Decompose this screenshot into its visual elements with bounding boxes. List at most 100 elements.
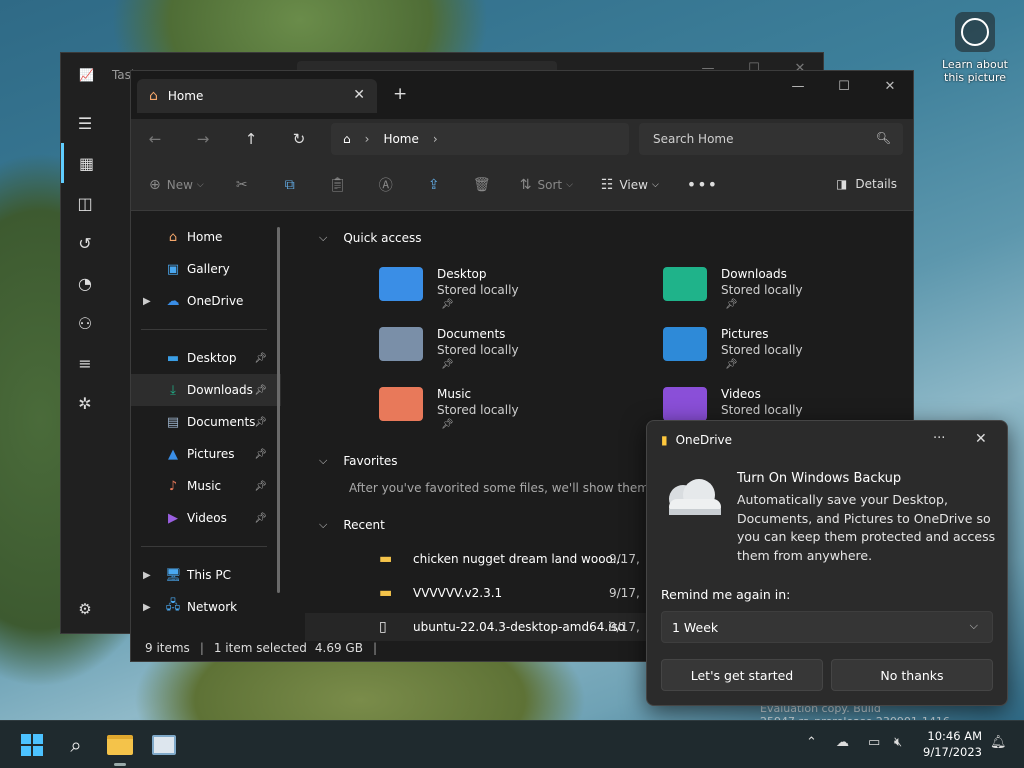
sidebar-item-label: Music bbox=[187, 479, 222, 493]
chevron-right-icon[interactable]: ▶ bbox=[143, 296, 151, 307]
quick-access-downloads[interactable]: Downloads Stored locally 📌︎ bbox=[663, 267, 913, 323]
recent-item-name: ubuntu-22.04.3-desktop-amd64.iso bbox=[413, 620, 626, 634]
refresh-icon[interactable]: ↻ bbox=[275, 130, 323, 148]
quick-access-desktop[interactable]: Desktop Stored locally 📌︎ bbox=[379, 267, 629, 323]
breadcrumb-chevron-icon[interactable]: › bbox=[365, 132, 370, 146]
recent-item[interactable]: ▬ chicken nugget dream land wooo... 9/17… bbox=[379, 545, 679, 573]
forward-arrow-icon[interactable]: → bbox=[179, 130, 227, 148]
sidebar-item-label: Videos bbox=[187, 511, 227, 525]
selection-count: 1 item selected bbox=[213, 641, 307, 655]
sidebar-item-music[interactable]: ♪ Music 📌︎ bbox=[131, 470, 281, 502]
more-options-icon[interactable]: ••• bbox=[687, 175, 718, 194]
task-manager-taskbar-icon[interactable] bbox=[148, 729, 180, 761]
services-icon[interactable]: ✲ bbox=[61, 383, 109, 423]
sidebar-item-onedrive[interactable]: ▶ ☁ OneDrive bbox=[131, 285, 281, 317]
copy-icon[interactable]: ⧉ bbox=[280, 177, 300, 193]
pin-icon: 📌︎ bbox=[254, 384, 267, 396]
navigation-bar: ← → ↑ ↻ ⌂ › Home › Search Home 🔍︎ bbox=[131, 119, 913, 159]
recent-header[interactable]: ⌵ Recent bbox=[319, 518, 385, 532]
notification-bell-icon[interactable]: 🔔︎ bbox=[990, 735, 1007, 750]
file-explorer-taskbar-icon[interactable] bbox=[104, 729, 136, 766]
music-icon: ♪ bbox=[168, 478, 178, 494]
sidebar-item-pictures[interactable]: ▲ Pictures 📌︎ bbox=[131, 438, 281, 470]
new-tab-icon[interactable]: + bbox=[393, 84, 407, 104]
breadcrumb-location[interactable]: Home bbox=[383, 132, 418, 146]
search-input[interactable]: Search Home 🔍︎ bbox=[639, 123, 903, 155]
search-icon[interactable]: ⌕ bbox=[60, 729, 92, 761]
more-options-icon[interactable]: ··· bbox=[933, 431, 945, 446]
pin-icon: 📌︎ bbox=[441, 359, 454, 370]
volume-muted-icon[interactable]: 🔇︎ bbox=[894, 735, 902, 750]
processes-icon[interactable]: ▦ bbox=[61, 143, 109, 183]
system-clock[interactable]: 10:46 AM 9/17/2023 bbox=[922, 728, 982, 760]
close-icon[interactable]: ✕ bbox=[975, 431, 987, 447]
sidebar-item-network[interactable]: ▶ 🖧︎ Network bbox=[131, 591, 281, 623]
close-window-icon[interactable]: ✕ bbox=[867, 71, 913, 101]
start-button[interactable] bbox=[16, 729, 48, 761]
quick-access-status: Stored locally bbox=[437, 403, 519, 417]
learn-about-picture[interactable]: Learn about this picture bbox=[940, 12, 1010, 84]
quick-access-pictures[interactable]: Pictures Stored locally 📌︎ bbox=[663, 327, 913, 383]
windows-logo-icon bbox=[21, 734, 43, 756]
back-arrow-icon[interactable]: ← bbox=[131, 130, 179, 148]
quick-access-status: Stored locally bbox=[437, 283, 519, 297]
hamburger-icon[interactable]: ☰ bbox=[61, 103, 109, 143]
sidebar-item-label: Downloads bbox=[187, 383, 253, 397]
sidebar-item-this-pc[interactable]: ▶ 🖥︎ This PC bbox=[131, 559, 281, 591]
address-bar[interactable]: ⌂ › Home › bbox=[331, 123, 629, 155]
quick-access-documents[interactable]: Documents Stored locally 📌︎ bbox=[379, 327, 629, 383]
view-button[interactable]: ☷ View ⌵ bbox=[601, 177, 659, 193]
minimize-icon[interactable]: — bbox=[775, 71, 821, 101]
sort-button[interactable]: ⇅ Sort ⌵ bbox=[520, 177, 573, 193]
new-button-label: New bbox=[166, 177, 193, 192]
desktop-folder-icon bbox=[379, 267, 423, 301]
sidebar-divider bbox=[141, 329, 267, 330]
tab-home[interactable]: ⌂ Home ✕ bbox=[137, 79, 377, 113]
quick-access-name: Videos bbox=[721, 387, 761, 401]
new-button[interactable]: ⊕ New ⌵ bbox=[149, 177, 204, 193]
quick-access-header[interactable]: ⌵ Quick access bbox=[319, 231, 422, 245]
network-status-icon[interactable]: ▭ bbox=[868, 735, 880, 750]
sidebar-item-home[interactable]: ⌂ Home bbox=[131, 221, 281, 253]
settings-gear-icon[interactable]: ⚙ bbox=[61, 593, 109, 625]
task-manager-icon bbox=[152, 735, 176, 755]
remind-interval-select[interactable]: 1 Week ⌵ bbox=[661, 611, 993, 643]
cut-icon[interactable]: ✂ bbox=[232, 177, 252, 193]
up-arrow-icon[interactable]: ↑ bbox=[227, 130, 275, 148]
sidebar-item-documents[interactable]: ▤ Documents 📌︎ bbox=[131, 406, 281, 438]
pin-icon: 📌︎ bbox=[254, 352, 267, 364]
lets-get-started-button[interactable]: Let's get started bbox=[661, 659, 823, 691]
sidebar-item-videos[interactable]: ▶ Videos 📌︎ bbox=[131, 502, 281, 534]
performance-icon[interactable]: ◫ bbox=[61, 183, 109, 223]
paste-icon[interactable]: 📋︎ bbox=[328, 177, 348, 193]
sidebar-item-desktop[interactable]: ▬ Desktop 📌︎ bbox=[131, 342, 281, 374]
chevron-right-icon[interactable]: ▶ bbox=[143, 602, 151, 613]
delete-icon[interactable]: 🗑︎ bbox=[472, 177, 492, 193]
favorites-header[interactable]: ⌵ Favorites bbox=[319, 454, 398, 468]
users-icon[interactable]: ⚇ bbox=[61, 303, 109, 343]
breadcrumb-chevron-icon[interactable]: › bbox=[433, 132, 438, 146]
details-icon[interactable]: ≡ bbox=[61, 343, 109, 383]
command-bar: ⊕ New ⌵ ✂ ⧉ 📋︎ Ⓐ ⇪ 🗑︎ ⇅ Sort ⌵ ☷ View ⌵ ••• ◨ D… bbox=[131, 159, 913, 211]
sidebar-item-gallery[interactable]: ▣ Gallery bbox=[131, 253, 281, 285]
close-tab-icon[interactable]: ✕ bbox=[353, 87, 365, 103]
sidebar-item-downloads[interactable]: ⤓ Downloads 📌︎ bbox=[131, 374, 281, 406]
sidebar-scrollbar[interactable] bbox=[277, 227, 280, 593]
address-home-icon[interactable]: ⌂ bbox=[343, 132, 351, 146]
chevron-right-icon[interactable]: ▶ bbox=[143, 570, 151, 581]
rename-icon[interactable]: Ⓐ bbox=[376, 175, 396, 195]
startup-apps-icon[interactable]: ◔ bbox=[61, 263, 109, 303]
favorites-heading: Favorites bbox=[343, 454, 398, 468]
onedrive-backup-popup[interactable]: ▮ OneDrive ··· ✕ Turn On Windows Backup … bbox=[646, 420, 1008, 706]
clock-time: 10:46 AM bbox=[927, 729, 982, 743]
recent-item[interactable]: ▬ VVVVVV.v2.3.1 9/17, bbox=[379, 579, 679, 607]
maximize-icon[interactable]: ☐ bbox=[821, 71, 867, 101]
details-button[interactable]: ◨ Details bbox=[836, 177, 897, 191]
quick-access-status: Stored locally bbox=[721, 283, 803, 297]
quick-access-music[interactable]: Music Stored locally 📌︎ bbox=[379, 387, 629, 443]
no-thanks-button[interactable]: No thanks bbox=[831, 659, 993, 691]
show-hidden-icons-chevron[interactable]: ⌃ bbox=[806, 735, 817, 750]
share-icon[interactable]: ⇪ bbox=[424, 177, 444, 193]
app-history-icon[interactable]: ↺ bbox=[61, 223, 109, 263]
onedrive-tray-icon[interactable]: ☁ bbox=[836, 735, 849, 750]
